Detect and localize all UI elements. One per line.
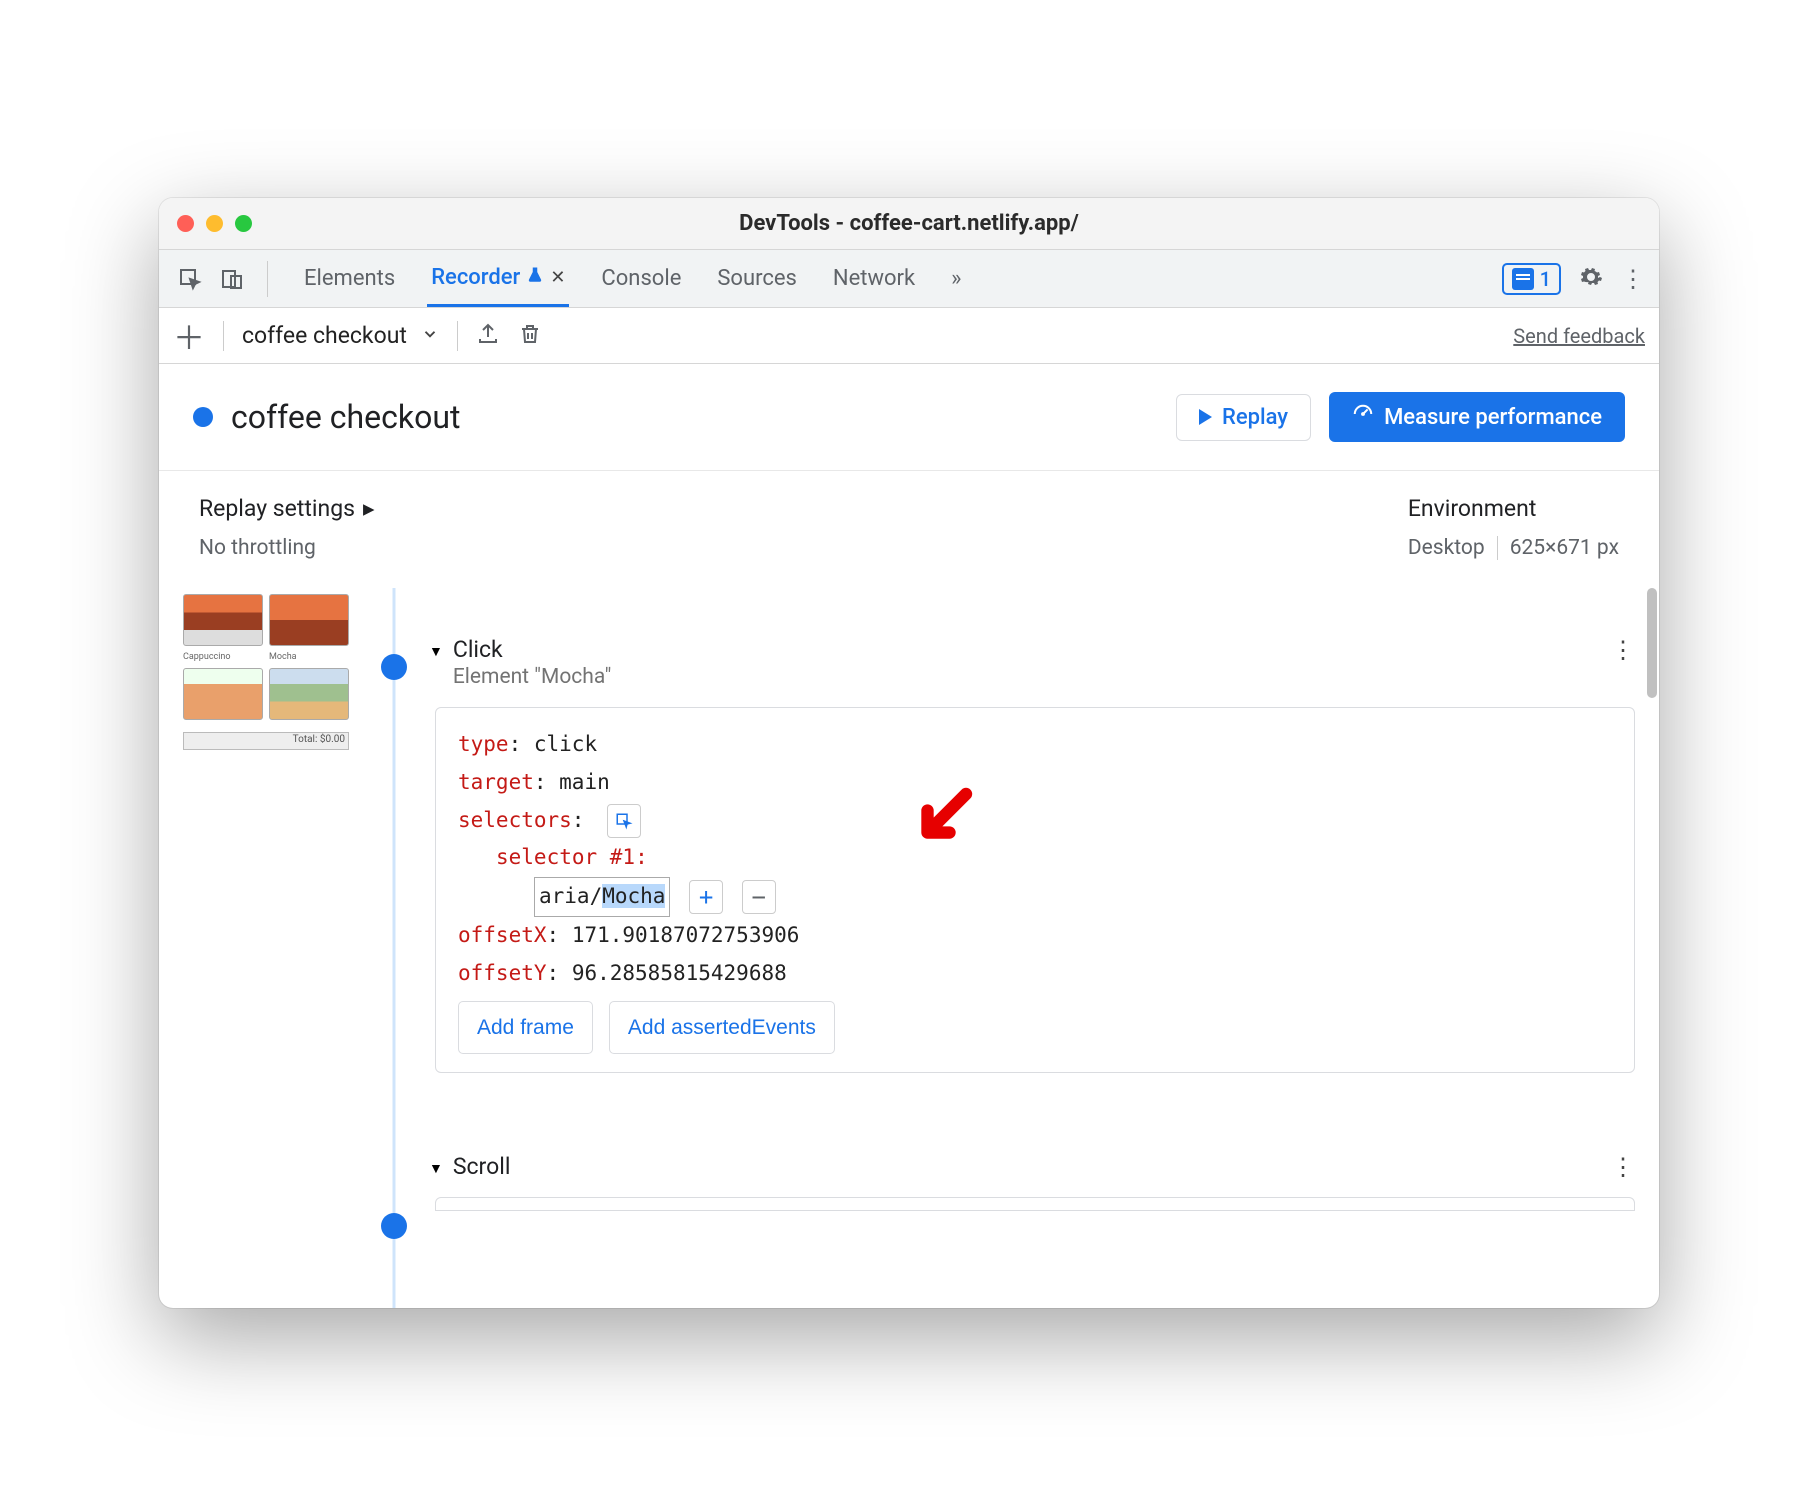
tab-network[interactable]: Network bbox=[829, 252, 919, 305]
devtools-tabbar: Elements Recorder ✕ Console Sources Netw… bbox=[159, 250, 1659, 308]
remove-selector-button[interactable]: − bbox=[742, 880, 776, 914]
step-menu-icon[interactable]: ⋮ bbox=[1611, 636, 1635, 664]
environment-label: Environment bbox=[1408, 495, 1619, 522]
timeline: Cappuccino Mocha Total: $0.00 ▼ C bbox=[159, 588, 1659, 1308]
thumbnail bbox=[183, 594, 263, 646]
add-frame-button[interactable]: Add frame bbox=[458, 1001, 593, 1055]
step-click: ▼ Click Element "Mocha" ⋮ type: click ta… bbox=[429, 636, 1635, 1073]
flask-icon bbox=[526, 265, 544, 290]
step-subtitle: Element "Mocha" bbox=[453, 665, 1601, 689]
environment-detail: Desktop 625×671 px bbox=[1408, 536, 1619, 560]
chevron-down-icon bbox=[421, 322, 439, 349]
tab-elements[interactable]: Elements bbox=[300, 252, 399, 305]
disclosure-triangle-icon[interactable]: ▼ bbox=[429, 1160, 443, 1177]
inspect-element-icon[interactable] bbox=[173, 262, 207, 296]
thumbnail bbox=[183, 668, 263, 720]
devtools-window: DevTools - coffee-cart.netlify.app/ Elem… bbox=[159, 198, 1659, 1308]
measure-performance-button[interactable]: Measure performance bbox=[1329, 392, 1625, 442]
timeline-node[interactable] bbox=[381, 1213, 407, 1239]
throttle-value: No throttling bbox=[199, 536, 1408, 560]
tabs-list: Elements Recorder ✕ Console Sources Netw… bbox=[300, 251, 1494, 306]
kebab-menu-icon[interactable]: ⋮ bbox=[1621, 265, 1645, 293]
tab-sources[interactable]: Sources bbox=[713, 252, 801, 305]
settings-row: Replay settings ▸ No throttling Environm… bbox=[159, 471, 1659, 588]
disclosure-triangle-icon[interactable]: ▼ bbox=[429, 643, 443, 660]
send-feedback-link[interactable]: Send feedback bbox=[1513, 324, 1645, 348]
more-tabs-icon[interactable]: » bbox=[947, 252, 965, 305]
window-title: DevTools - coffee-cart.netlify.app/ bbox=[159, 211, 1659, 236]
timeline-node[interactable] bbox=[381, 654, 407, 680]
recording-status-dot bbox=[193, 407, 213, 427]
recorder-toolbar: ＋ coffee checkout Send feedback bbox=[159, 308, 1659, 364]
thumbnail bbox=[269, 668, 349, 720]
thumbnail bbox=[269, 594, 349, 646]
step-details-card: type: click target: main selectors: sele… bbox=[435, 707, 1635, 1073]
settings-gear-icon[interactable] bbox=[1579, 265, 1603, 293]
step-scroll: ▼ Scroll ⋮ bbox=[429, 1153, 1635, 1211]
recording-title: coffee checkout bbox=[231, 398, 1158, 436]
add-asserted-events-button[interactable]: Add assertedEvents bbox=[609, 1001, 835, 1055]
selector-input[interactable]: aria/Mocha bbox=[534, 877, 670, 917]
device-toolbar-icon[interactable] bbox=[215, 262, 249, 296]
new-recording-button[interactable]: ＋ bbox=[173, 313, 205, 359]
step-menu-icon[interactable]: ⋮ bbox=[1611, 1153, 1635, 1181]
gauge-icon bbox=[1352, 403, 1374, 431]
step-details-card bbox=[435, 1197, 1635, 1211]
timeline-track bbox=[359, 588, 429, 1308]
tab-recorder[interactable]: Recorder ✕ bbox=[427, 251, 569, 307]
step-title: Click bbox=[453, 636, 1601, 663]
select-element-button[interactable] bbox=[607, 804, 641, 838]
steps-column: ▼ Click Element "Mocha" ⋮ type: click ta… bbox=[429, 588, 1659, 1308]
tab-console[interactable]: Console bbox=[597, 252, 685, 305]
play-icon bbox=[1199, 409, 1212, 425]
issues-badge[interactable]: 1 bbox=[1502, 263, 1561, 295]
toolbar-right: 1 ⋮ bbox=[1502, 263, 1645, 295]
close-tab-icon[interactable]: ✕ bbox=[550, 267, 565, 288]
add-selector-button[interactable]: + bbox=[689, 880, 723, 914]
export-icon[interactable] bbox=[476, 322, 500, 350]
step-title: Scroll bbox=[453, 1153, 1601, 1180]
delete-icon[interactable] bbox=[518, 322, 542, 350]
recording-dropdown[interactable]: coffee checkout bbox=[242, 322, 439, 349]
chat-icon bbox=[1512, 268, 1534, 290]
thumbnail-column: Cappuccino Mocha Total: $0.00 bbox=[159, 588, 359, 1308]
titlebar: DevTools - coffee-cart.netlify.app/ bbox=[159, 198, 1659, 250]
total-badge: Total: $0.00 bbox=[183, 732, 349, 750]
replay-button[interactable]: Replay bbox=[1176, 394, 1311, 441]
replay-settings-toggle[interactable]: Replay settings ▸ bbox=[199, 495, 1408, 522]
scrollbar[interactable] bbox=[1647, 588, 1657, 698]
recording-header: coffee checkout Replay Measure performan… bbox=[159, 364, 1659, 471]
chevron-right-icon: ▸ bbox=[363, 495, 375, 522]
